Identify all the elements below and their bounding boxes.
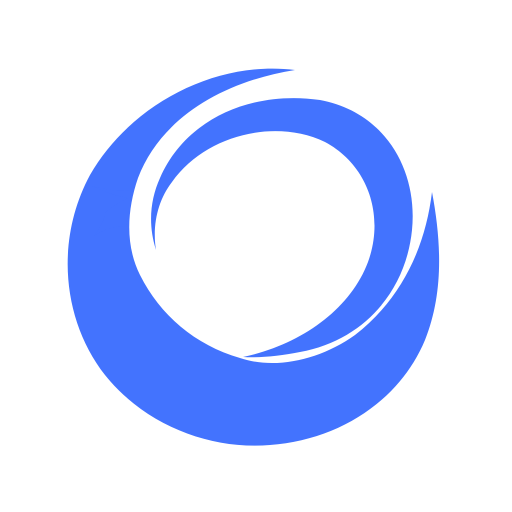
crescent-ring-sparkle-icon — [67, 68, 440, 446]
inner-ring-arc — [151, 98, 413, 358]
app-icon-canvas — [0, 0, 512, 512]
